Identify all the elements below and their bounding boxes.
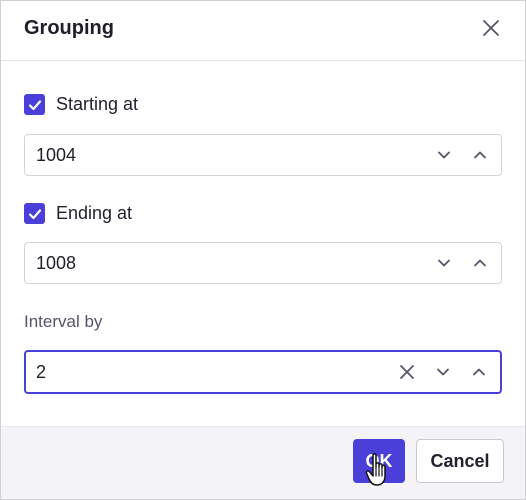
ending-at-checkbox[interactable]: [24, 203, 45, 224]
dialog-footer: OK Cancel: [1, 426, 525, 499]
check-icon: [28, 208, 41, 219]
close-button[interactable]: [477, 14, 505, 42]
close-icon: [483, 20, 499, 36]
ok-button[interactable]: OK: [353, 439, 405, 483]
interval-by-label: Interval by: [24, 312, 103, 331]
starting-at-decrement-button[interactable]: [429, 140, 459, 170]
interval-by-increment-button[interactable]: [464, 357, 494, 387]
starting-at-value[interactable]: 1004: [36, 135, 76, 175]
ending-at-value[interactable]: 1008: [36, 243, 76, 283]
ending-at-label: Ending at: [56, 203, 133, 223]
interval-by-decrement-button[interactable]: [428, 357, 458, 387]
starting-at-label: Starting at: [56, 94, 139, 114]
check-icon: [28, 99, 41, 110]
starting-at-row: Starting at: [24, 94, 138, 115]
starting-at-checkbox[interactable]: [24, 94, 45, 115]
chevron-up-icon: [474, 151, 486, 159]
ending-at-field[interactable]: 1008: [24, 242, 502, 284]
chevron-up-icon: [474, 259, 486, 267]
clear-icon: [400, 365, 414, 379]
dialog-title: Grouping: [24, 17, 114, 39]
cancel-button[interactable]: Cancel: [416, 439, 504, 483]
starting-at-increment-button[interactable]: [465, 140, 495, 170]
chevron-down-icon: [437, 368, 449, 376]
interval-by-field[interactable]: 2: [24, 350, 502, 394]
chevron-down-icon: [438, 259, 450, 267]
chevron-up-icon: [473, 368, 485, 376]
ending-at-row: Ending at: [24, 203, 132, 224]
ending-at-decrement-button[interactable]: [429, 248, 459, 278]
grouping-dialog: Grouping Starting at 1004 Ending at 1008…: [0, 0, 526, 500]
ending-at-increment-button[interactable]: [465, 248, 495, 278]
header-divider: [1, 60, 525, 61]
interval-by-clear-button[interactable]: [392, 357, 422, 387]
starting-at-field[interactable]: 1004: [24, 134, 502, 176]
interval-by-value[interactable]: 2: [36, 352, 46, 392]
chevron-down-icon: [438, 151, 450, 159]
